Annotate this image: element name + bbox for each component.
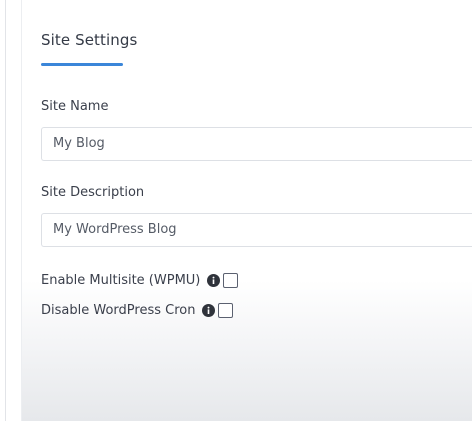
multisite-label: Enable Multisite (WPMU) [41, 272, 201, 288]
multisite-checkbox[interactable] [223, 272, 239, 288]
info-circle-icon[interactable] [207, 273, 221, 287]
multisite-option: Enable Multisite (WPMU) [41, 271, 239, 289]
disable-cron-label: Disable WordPress Cron [41, 302, 196, 318]
page: Site Settings Site Name My Blog Site Des… [0, 0, 472, 421]
title-underline [41, 63, 123, 66]
panel-title: Site Settings [41, 31, 138, 49]
site-description-label: Site Description [41, 185, 145, 200]
disable-cron-option: Disable WordPress Cron [41, 301, 234, 319]
disable-cron-checkbox[interactable] [218, 302, 234, 318]
site-name-input[interactable]: My Blog [41, 127, 472, 161]
site-name-label: Site Name [41, 99, 109, 114]
info-circle-icon[interactable] [202, 303, 216, 317]
window-border [5, 0, 6, 421]
site-description-input[interactable]: My WordPress Blog [41, 213, 472, 247]
